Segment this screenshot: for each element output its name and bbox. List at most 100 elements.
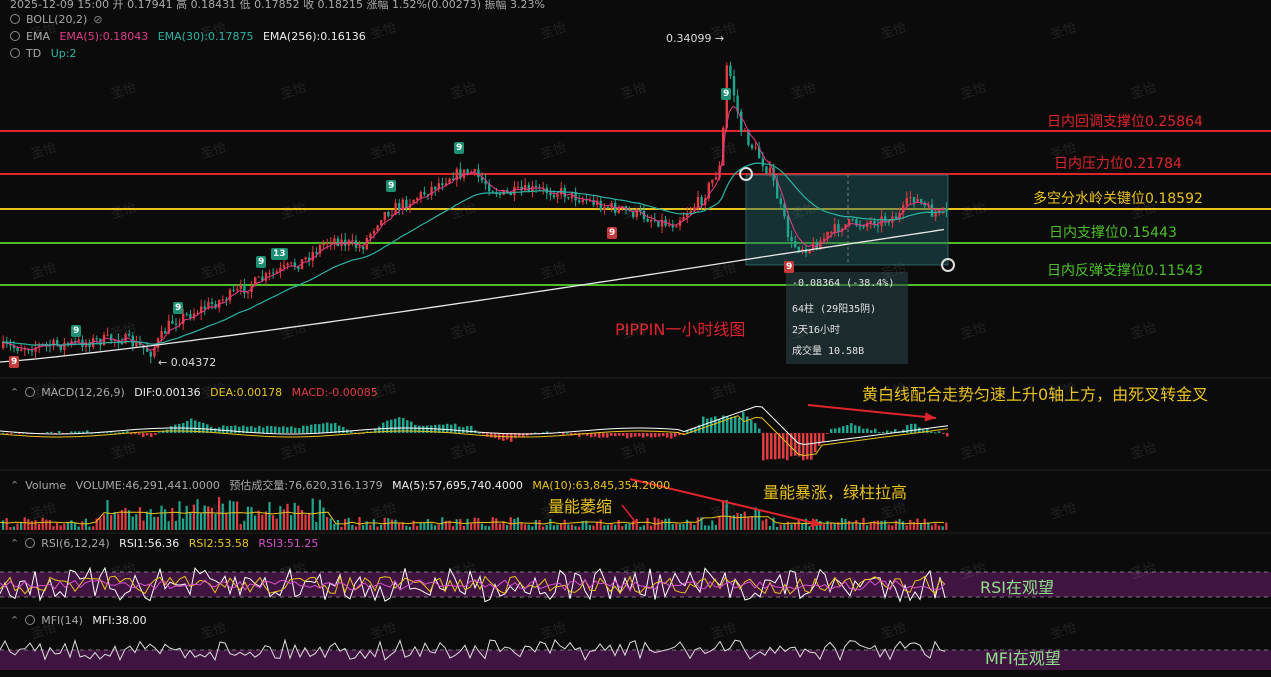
volume-bar xyxy=(236,501,239,530)
volume-bar xyxy=(927,522,930,530)
candle-body xyxy=(837,224,840,232)
volume-bar xyxy=(225,512,228,530)
volume-bar xyxy=(848,520,851,530)
bell-icon[interactable] xyxy=(10,31,20,41)
volume-bar xyxy=(185,505,188,530)
macd-histogram-bar xyxy=(662,433,665,437)
rsi-indicator-row[interactable]: ⌃ RSI(6,12,24) RSI1:56.36 RSI2:53.58 RSI3… xyxy=(10,537,324,550)
bell-icon[interactable] xyxy=(25,387,36,397)
volume-bar xyxy=(657,518,660,530)
collapse-arrow-icon[interactable]: ⌃ xyxy=(10,614,19,627)
candle-body xyxy=(95,338,98,340)
volume-bar xyxy=(326,517,329,530)
macd-histogram-bar xyxy=(946,433,949,437)
volume-bar xyxy=(354,526,357,530)
macd-histogram-bar xyxy=(142,433,145,437)
ema-indicator-row[interactable]: EMA EMA(5):0.18043 EMA(30):0.17875 EMA(2… xyxy=(10,30,372,43)
volume-bar xyxy=(718,515,721,530)
volume-bar xyxy=(131,516,134,530)
candle-body xyxy=(358,246,361,248)
volume-ma5: MA(5):57,695,740.4000 xyxy=(392,479,523,492)
bell-icon[interactable] xyxy=(25,538,36,548)
macd-histogram-bar xyxy=(714,416,717,433)
eye-off-icon[interactable]: ⊘ xyxy=(93,13,102,26)
macd-histogram-bar xyxy=(222,425,225,433)
candle-body xyxy=(675,226,678,228)
candle-body xyxy=(272,272,275,274)
volume-bar xyxy=(740,513,743,530)
macd-histogram-bar xyxy=(878,431,881,433)
volume-bar xyxy=(153,516,156,530)
bell-icon[interactable] xyxy=(25,615,36,625)
macd-histogram-bar xyxy=(822,433,825,443)
volume-bar xyxy=(120,510,123,530)
volume-bar xyxy=(696,517,699,530)
candle-body xyxy=(462,169,466,179)
macd-histogram-bar xyxy=(846,425,849,433)
volume-bar xyxy=(437,524,440,530)
boll-indicator-row[interactable]: BOLL(20,2) ⊘ xyxy=(10,13,109,26)
volume-bar xyxy=(257,510,260,530)
candle-body xyxy=(534,186,538,188)
volume-bar xyxy=(63,523,66,530)
candle-body xyxy=(423,192,426,195)
bell-icon[interactable] xyxy=(10,48,20,58)
macd-indicator-row[interactable]: ⌃ MACD(12,26,9) DIF:0.00136 DEA:0.00178 M… xyxy=(10,386,384,399)
td-count-badge: 9 xyxy=(9,356,20,368)
volume-bar xyxy=(192,504,195,530)
candle-body xyxy=(711,179,714,184)
macd-histogram-bar xyxy=(74,431,77,433)
macd-histogram-bar xyxy=(58,430,61,433)
collapse-arrow-icon[interactable]: ⌃ xyxy=(10,479,19,492)
macd-histogram-bar xyxy=(314,424,317,433)
volume-bar xyxy=(599,519,602,530)
candle-body xyxy=(556,194,559,198)
candle-body xyxy=(491,191,494,193)
volume-bar xyxy=(110,515,113,530)
candle-body xyxy=(30,350,34,352)
candle-body xyxy=(430,186,433,196)
volume-bar xyxy=(592,525,595,530)
candle-body xyxy=(930,204,934,217)
volume-bar xyxy=(322,507,325,530)
volume-bar xyxy=(617,519,620,530)
volume-bar xyxy=(178,501,181,530)
macd-histogram-bar xyxy=(818,433,821,446)
volume-bar xyxy=(477,518,480,530)
volume-bar xyxy=(171,507,174,530)
td-indicator-row[interactable]: TD Up:2 xyxy=(10,47,82,60)
macd-histogram-bar xyxy=(170,426,173,433)
macd-histogram-bar xyxy=(858,426,861,433)
volume-bar xyxy=(426,519,429,530)
rsi3-value: RSI3:51.25 xyxy=(258,537,319,550)
volume-indicator-row[interactable]: ⌃ Volume VOLUME:46,291,441.0000 预估成交量:76,… xyxy=(10,477,676,493)
volume-bar xyxy=(934,523,937,530)
candle-body xyxy=(333,238,336,243)
macd-histogram-bar xyxy=(174,424,177,433)
volume-bar xyxy=(884,520,887,530)
candle-body xyxy=(149,351,152,357)
candle-body xyxy=(174,323,178,325)
volume-surge-annotation: 量能暴涨，绿柱拉高 xyxy=(763,483,908,502)
candle-body xyxy=(905,197,908,206)
collapse-arrow-icon[interactable]: ⌃ xyxy=(10,386,19,399)
candle-body xyxy=(549,193,552,196)
bell-icon[interactable] xyxy=(10,14,20,24)
macd-histogram-bar xyxy=(18,433,21,434)
volume-bar xyxy=(531,526,534,530)
macd-histogram-bar xyxy=(414,424,417,433)
volume-bar xyxy=(898,519,901,530)
macd-histogram-bar xyxy=(754,423,757,433)
macd-histogram-bar xyxy=(294,427,297,433)
mfi-indicator-row[interactable]: ⌃ MFI(14) MFI:38.00 xyxy=(10,614,153,627)
volume-bar xyxy=(722,500,725,530)
volume-bar xyxy=(930,525,933,530)
volume-bar xyxy=(556,524,559,530)
volume-bar xyxy=(228,500,231,530)
volume-bar xyxy=(59,525,62,530)
collapse-arrow-icon[interactable]: ⌃ xyxy=(10,537,19,550)
volume-bar xyxy=(668,518,671,530)
candle-body xyxy=(794,240,797,248)
volume-bar xyxy=(23,517,26,530)
volume-bar xyxy=(318,499,321,530)
